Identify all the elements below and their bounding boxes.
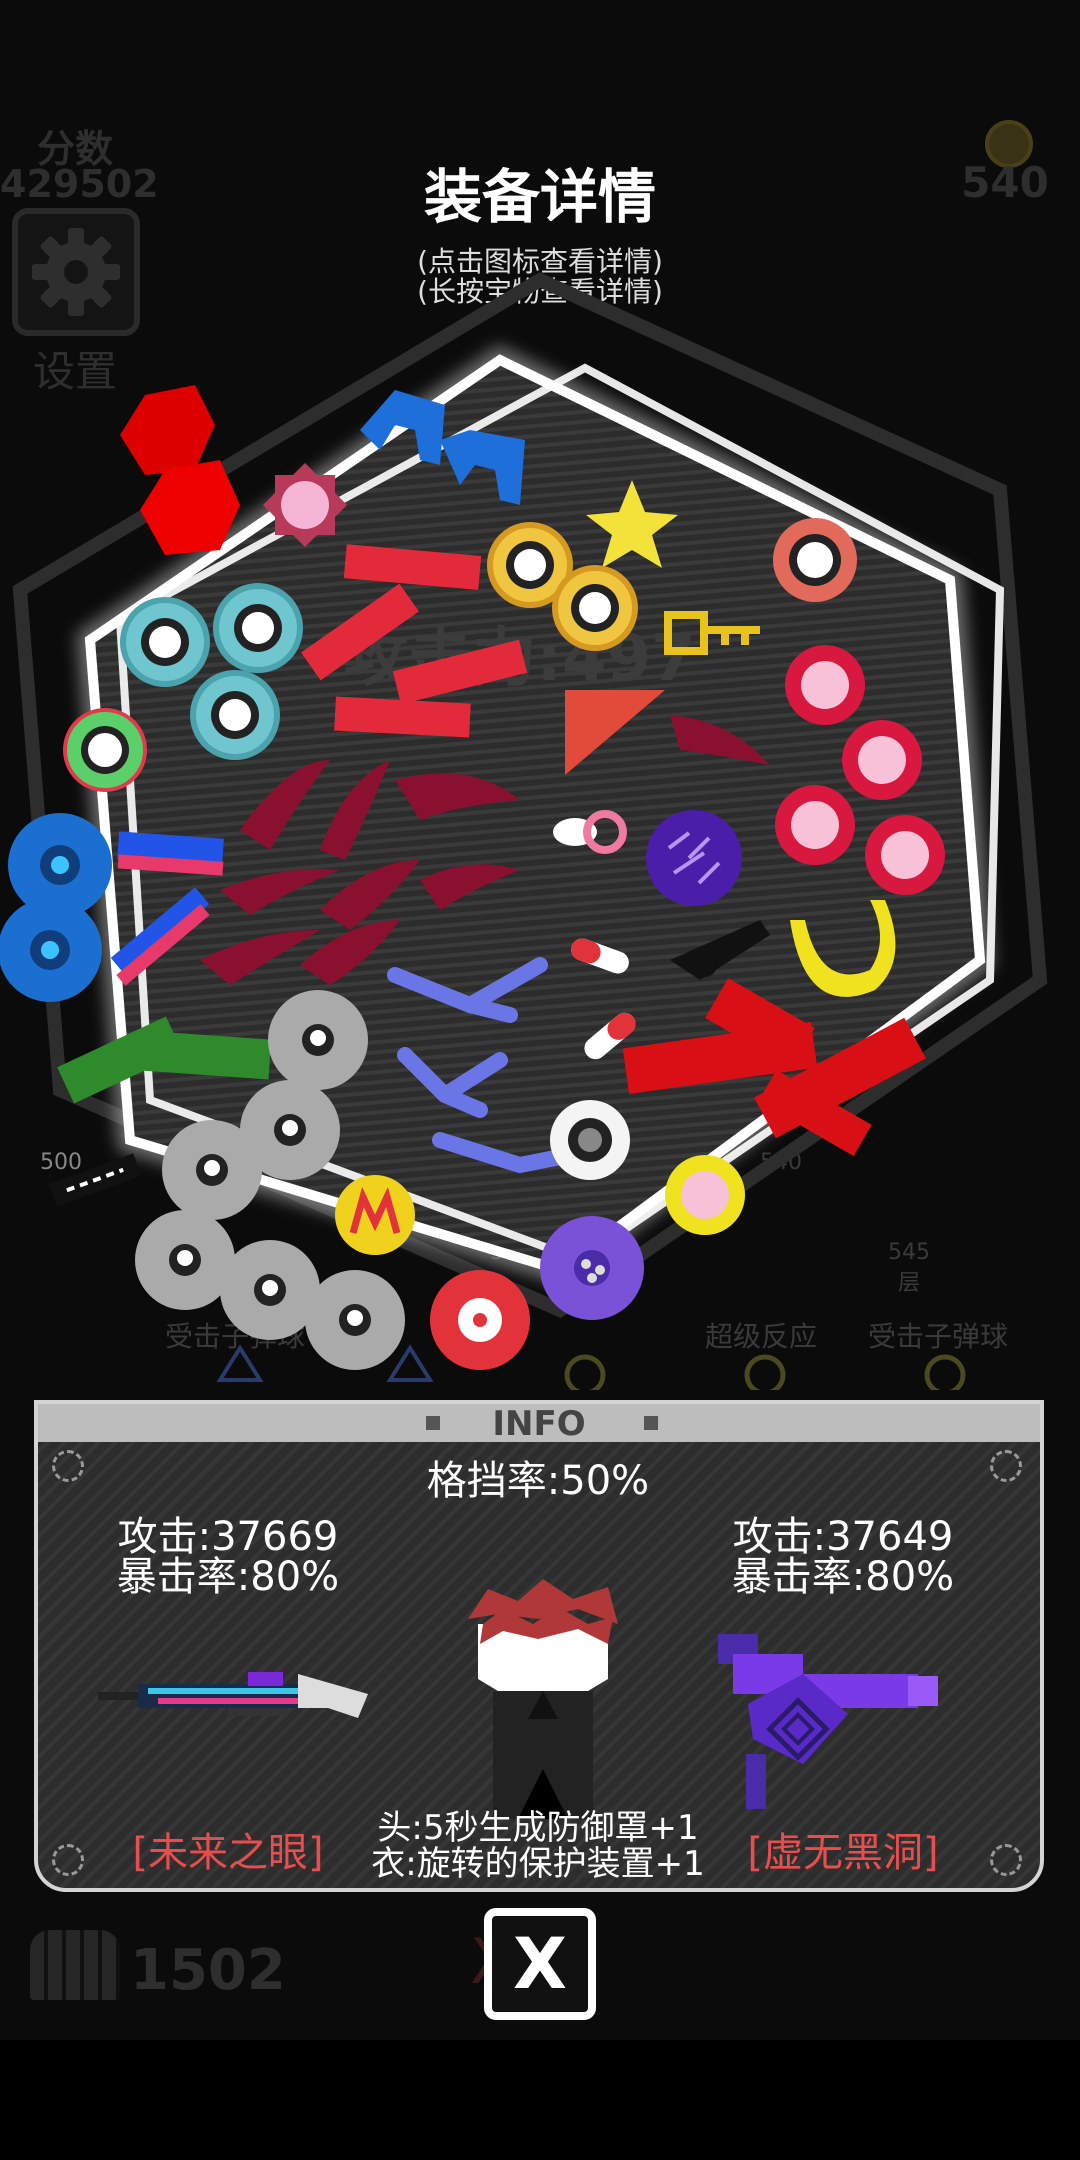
treasure-hexagon[interactable]: 攻击力:497 — [0, 260, 1080, 1380]
info-panel: INFO 格挡率:50% 攻击:37669 暴击率:80% 攻击:37649 暴… — [34, 1400, 1044, 1892]
right-weapon-crit: 暴击率:80% — [731, 1554, 955, 1600]
treasure-icon[interactable] — [773, 518, 857, 602]
right-weapon-icon[interactable] — [708, 1614, 968, 1814]
treasure-icon[interactable] — [665, 1155, 745, 1235]
right-weapon-attack: 攻击:37649 — [732, 1514, 954, 1560]
screw-icon — [990, 1450, 1022, 1482]
body-equipment: 衣:旋转的保护装置+1 — [371, 1844, 705, 1884]
treasure-icon[interactable] — [213, 583, 303, 673]
character-avatar — [468, 1579, 618, 1819]
close-icon: X — [513, 1923, 567, 2005]
head-equipment: 头:5秒生成防御罩+1 — [377, 1808, 699, 1848]
page-title: 装备详情 — [423, 163, 656, 231]
ammo-count: 1502 — [130, 1938, 286, 2003]
treasure-icon[interactable] — [430, 1270, 530, 1370]
treasure-icon[interactable] — [550, 1100, 630, 1180]
info-header: INFO — [38, 1404, 1040, 1444]
treasure-icon[interactable] — [63, 708, 147, 792]
treasure-icon[interactable] — [120, 385, 240, 555]
treasure-icon[interactable] — [646, 810, 742, 906]
screw-icon — [52, 1450, 84, 1482]
treasure-icon[interactable] — [335, 1175, 415, 1255]
treasure-icon[interactable] — [0, 898, 102, 1002]
treasure-icon[interactable] — [190, 670, 280, 760]
treasure-icon[interactable] — [552, 565, 638, 651]
left-weapon-crit: 暴击率:80% — [116, 1554, 340, 1600]
treasure-icon[interactable] — [263, 463, 347, 547]
treasure-icon[interactable] — [540, 1216, 644, 1320]
info-header-title: INFO — [492, 1404, 586, 1444]
bottom-bar — [0, 2040, 1080, 2160]
ammo-icon — [30, 1930, 120, 2000]
close-button[interactable]: X — [484, 1908, 596, 2020]
header-square-icon — [644, 1416, 658, 1430]
block-rate: 格挡率:50% — [426, 1458, 650, 1504]
left-weapon-attack: 攻击:37669 — [117, 1514, 339, 1560]
left-weapon-icon[interactable] — [98, 1654, 388, 1744]
treasure-icon[interactable] — [120, 597, 210, 687]
treasure-icon[interactable] — [48, 1153, 142, 1207]
